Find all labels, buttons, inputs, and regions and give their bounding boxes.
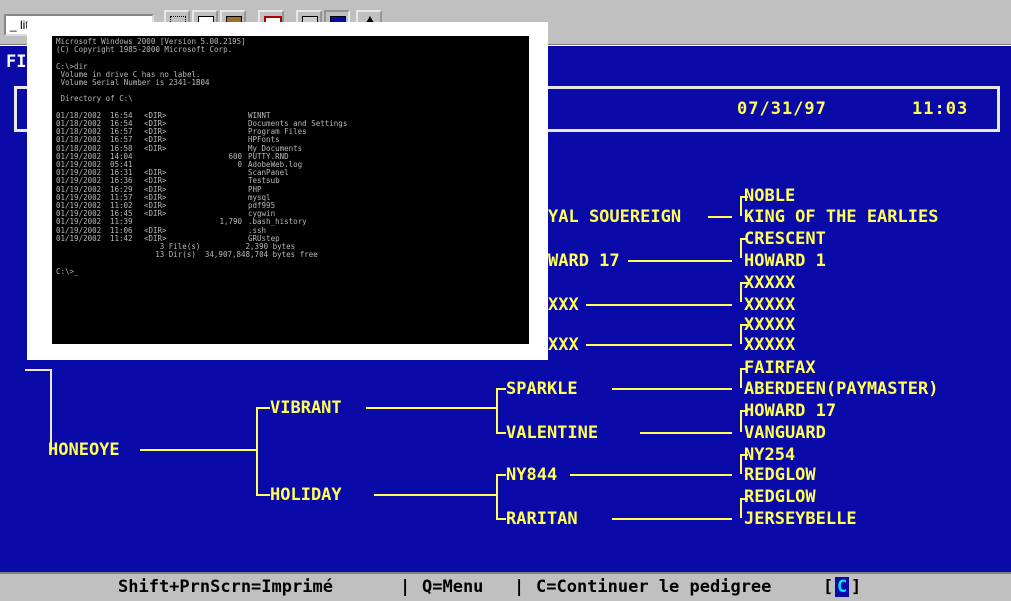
status-separator: | xyxy=(514,577,525,597)
pedigree-sire: VIBRANT xyxy=(270,398,342,418)
tree-line xyxy=(570,474,732,476)
tree-line xyxy=(640,432,732,434)
pedigree-grandparent: RARITAN xyxy=(506,509,578,529)
menu-hint[interactable]: Q=Menu xyxy=(422,577,483,597)
tree-line xyxy=(50,369,52,439)
dir-summary-dirs: 13 Dir(s) 34,907,848,704 bytes free xyxy=(92,250,318,260)
tree-line xyxy=(740,324,742,344)
continue-key[interactable]: C xyxy=(835,577,850,597)
great-grandparent: REDGLOW xyxy=(744,465,816,485)
great-grandparent: HOWARD 17 xyxy=(744,401,837,421)
tree-line xyxy=(740,324,748,326)
tree-line xyxy=(740,282,748,284)
great-grandparent: HOWARD 1 xyxy=(744,251,826,271)
tree-line xyxy=(740,498,742,518)
tree-line xyxy=(708,216,732,218)
tree-line xyxy=(740,282,742,302)
status-bar: Shift+PrnScrn=Imprimé | Q=Menu | C=Conti… xyxy=(0,572,1011,601)
print-hint: Shift+PrnScrn=Imprimé xyxy=(118,577,333,597)
great-grandparent: KING OF THE EARLIES xyxy=(744,207,939,227)
key-bracket-open: [ xyxy=(823,577,834,597)
tree-line xyxy=(140,449,256,451)
great-grandparent: XXXXX xyxy=(744,315,796,335)
great-grandparent: REDGLOW xyxy=(744,487,816,507)
tree-line xyxy=(586,304,732,306)
tree-line xyxy=(496,388,498,433)
pedigree-grandparent: VALENTINE xyxy=(506,423,599,443)
great-grandparent: CRESCENT xyxy=(744,229,826,249)
tree-line xyxy=(496,474,506,476)
pedigree-grandparent-partial: WARD 17 xyxy=(548,251,620,271)
tree-line xyxy=(25,369,50,371)
tree-line xyxy=(496,518,506,520)
console-line: (C) Copyright 1985-2000 Microsoft Corp. xyxy=(56,45,233,55)
pedigree-grandparent-partial: XXX xyxy=(548,295,579,315)
great-grandparent: NOBLE xyxy=(744,186,796,206)
dir-entry-size: 1,790 xyxy=(219,217,243,227)
great-grandparent: VANGUARD xyxy=(744,423,826,443)
great-grandparent: XXXXX xyxy=(744,273,796,293)
tree-line xyxy=(256,494,270,496)
pedigree-grandparent: SPARKLE xyxy=(506,379,578,399)
tree-line xyxy=(496,432,506,434)
tree-line xyxy=(740,498,748,500)
tree-line xyxy=(740,238,748,240)
status-separator: | xyxy=(400,577,411,597)
great-grandparent: XXXXX xyxy=(744,295,796,315)
tree-line xyxy=(740,410,748,412)
tree-line xyxy=(586,344,732,346)
tree-line xyxy=(740,454,748,456)
pedigree-grandparent-partial: YAL SOUEREIGN xyxy=(548,207,682,227)
pedigree-root: HONEOYE xyxy=(48,440,120,460)
dir-entry-type: <DIR> xyxy=(144,209,167,219)
tree-line xyxy=(740,368,742,388)
tree-line xyxy=(740,410,742,432)
tree-line xyxy=(612,518,732,520)
tree-line xyxy=(740,196,748,198)
tree-line xyxy=(740,238,742,258)
tree-line xyxy=(256,407,270,409)
great-grandparent: NY254 xyxy=(744,445,796,465)
program-title-fragment: FI xyxy=(6,52,27,72)
tree-line xyxy=(256,407,258,494)
key-bracket-close: ] xyxy=(851,577,862,597)
date-display: 07/31/97 xyxy=(737,99,827,119)
console-line: Volume Serial Number is 2341-1B04 xyxy=(56,78,210,87)
tree-line xyxy=(496,388,506,390)
continue-hint[interactable]: C=Continuer le pedigree xyxy=(536,577,771,597)
command-prompt-window[interactable]: Microsoft Windows 2000 [Version 5.00.219… xyxy=(52,36,529,344)
tree-line xyxy=(740,368,748,370)
pedigree-grandparent-partial: XXX xyxy=(548,335,579,355)
tree-line xyxy=(740,196,742,216)
command-prompt-frame: Microsoft Windows 2000 [Version 5.00.219… xyxy=(27,22,548,360)
great-grandparent: ABERDEEN(PAYMASTER) xyxy=(744,379,939,399)
console-prompt: C:\>_ xyxy=(56,266,79,276)
pedigree-grandparent: NY844 xyxy=(506,465,558,485)
tree-line xyxy=(628,260,732,262)
tree-line xyxy=(740,454,742,474)
great-grandparent: XXXXX xyxy=(744,335,796,355)
tree-line xyxy=(366,407,496,409)
time-display: 11:03 xyxy=(912,99,969,119)
dir-entry-size: 0 xyxy=(237,160,243,169)
tree-line xyxy=(496,474,498,519)
console-line: Directory of C:\ xyxy=(56,94,133,104)
tree-line xyxy=(612,388,732,390)
great-grandparent: JERSEYBELLE xyxy=(744,509,857,529)
tree-line xyxy=(374,494,496,496)
dir-entry-type: <DIR> xyxy=(144,143,167,153)
pedigree-dam: HOLIDAY xyxy=(270,485,342,505)
great-grandparent: FAIRFAX xyxy=(744,358,816,378)
tree-line xyxy=(50,439,52,451)
